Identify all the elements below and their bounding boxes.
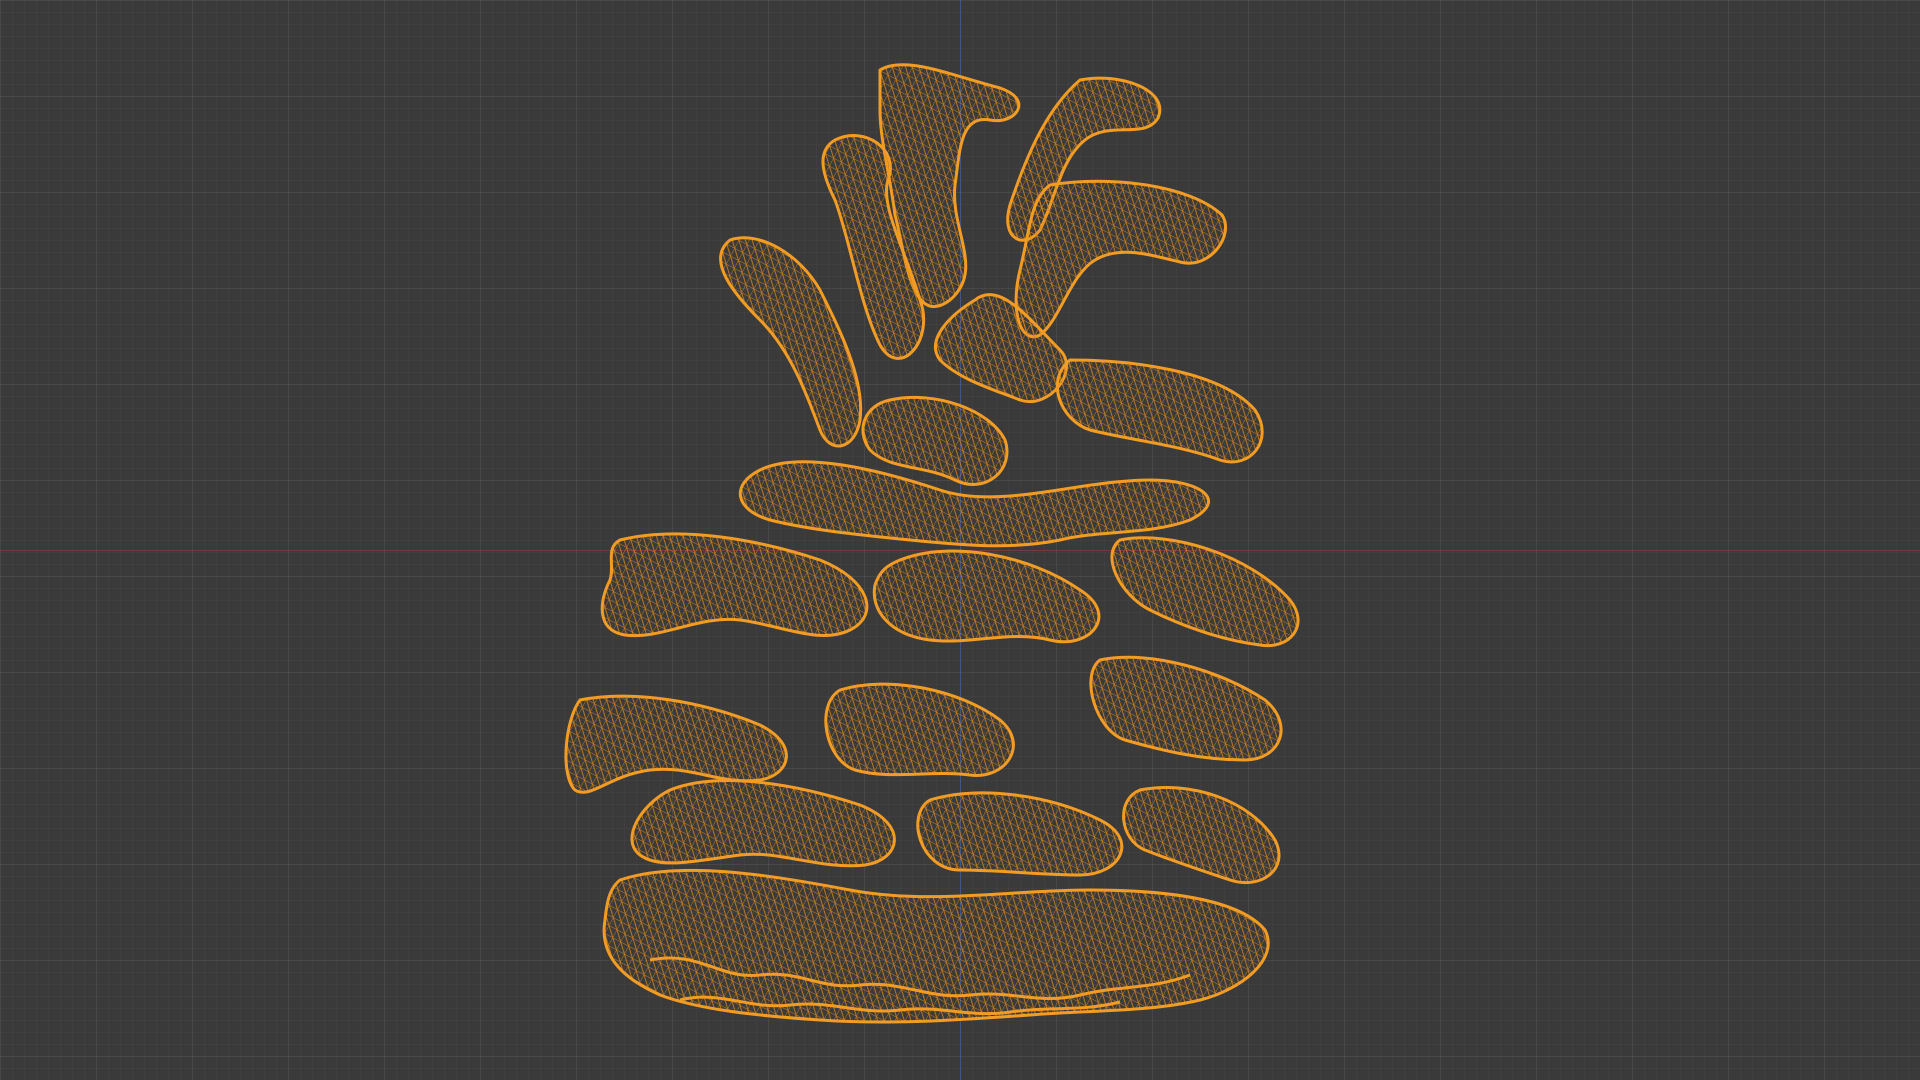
cone-top-scales <box>719 63 1264 486</box>
cone-middle-scales <box>564 460 1300 794</box>
cone-bottom-scales <box>602 779 1281 1024</box>
pine-cone-wireframe-model[interactable] <box>0 0 1920 1080</box>
3d-viewport[interactable] <box>0 0 1920 1080</box>
